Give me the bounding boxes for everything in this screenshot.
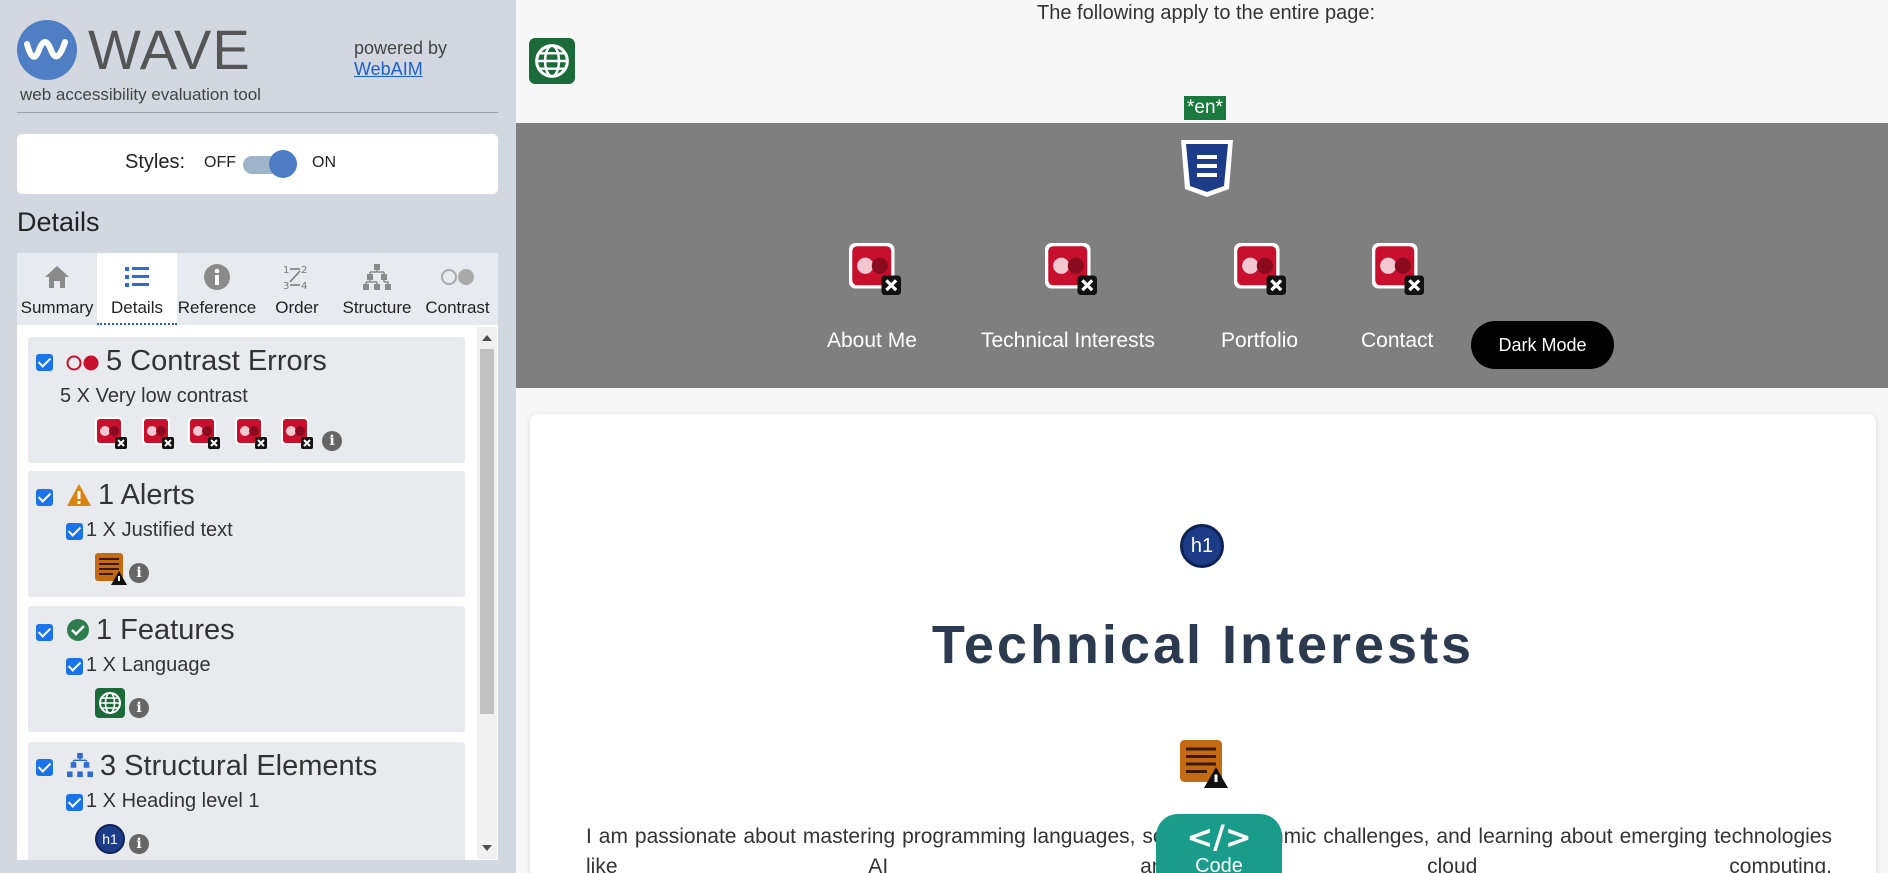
features-checkbox[interactable] (36, 624, 53, 641)
home-icon (17, 262, 97, 292)
alerts-info-icon[interactable]: i (129, 563, 149, 583)
contrast-error-icon[interactable] (95, 417, 127, 449)
styles-label: Styles: (125, 151, 186, 173)
nav-contrast-error-icon[interactable] (1234, 243, 1286, 300)
contrast-error-icon[interactable] (234, 417, 267, 449)
alerts-checkbox[interactable] (36, 489, 53, 506)
nav-portfolio[interactable]: Portfolio (1221, 329, 1298, 353)
tab-label: Details (111, 298, 163, 317)
list-icon (97, 262, 177, 292)
scroll-up-icon[interactable] (482, 335, 492, 341)
svg-text:3: 3 (283, 281, 289, 292)
contrast-icon (417, 262, 498, 292)
alert-warning-icon (67, 484, 91, 506)
structure-title: 3 Structural Elements (100, 750, 378, 782)
svg-text:1: 1 (283, 265, 289, 276)
contrast-errors-item: 5 X Very low contrast (60, 385, 248, 407)
page-language-globe-icon[interactable] (529, 38, 575, 84)
tab-structure[interactable]: Structure (337, 253, 417, 325)
nav-contrast-error-icon[interactable] (1045, 243, 1097, 300)
contrast-info-icon[interactable]: i (322, 431, 342, 451)
nav-contrast-error-icon[interactable] (1372, 243, 1424, 300)
tab-label: Structure (342, 298, 412, 317)
info-icon (177, 262, 257, 292)
nav-technical-interests[interactable]: Technical Interests (981, 329, 1155, 353)
contrast-errors-card: 5 Contrast Errors 5 X Very low contrast … (28, 337, 465, 463)
tab-order[interactable]: 1 2 3 4 Order (257, 253, 337, 325)
order-icon: 1 2 3 4 (257, 262, 337, 292)
alerts-title: 1 Alerts (98, 479, 195, 511)
scroll-thumb[interactable] (480, 349, 494, 714)
heading-h1-icon[interactable]: h1 (95, 824, 125, 854)
structure-icon (337, 262, 417, 292)
justified-text-icon[interactable] (95, 553, 127, 585)
justified-text-alert-icon[interactable] (1180, 740, 1228, 788)
structure-item: 1 X Heading level 1 (86, 790, 260, 812)
wave-subtitle: web accessibility evaluation tool (20, 85, 261, 104)
css-stylesheet-icon[interactable] (1178, 137, 1236, 199)
details-tabs: Summary Details Reference 1 2 3 4 Order Str… (17, 253, 498, 325)
svg-text:2: 2 (301, 265, 307, 276)
contrast-errors-checkbox[interactable] (36, 354, 53, 371)
features-info-icon[interactable]: i (129, 698, 149, 718)
features-title: 1 Features (96, 614, 235, 646)
justified-text-checkbox[interactable] (66, 523, 83, 540)
h1-marker-icon[interactable]: h1 (1180, 524, 1224, 568)
structure-checkbox[interactable] (36, 759, 53, 776)
powered-by-label: powered by (354, 38, 448, 58)
tab-label: Contrast (425, 298, 490, 317)
details-heading: Details (17, 207, 100, 237)
contrast-errors-icon (66, 355, 99, 371)
heading-level-checkbox[interactable] (66, 794, 83, 811)
contrast-error-icon[interactable] (281, 417, 313, 449)
language-globe-icon[interactable] (95, 688, 125, 718)
contrast-error-icon[interactable] (141, 417, 174, 449)
alerts-card: 1 Alerts 1 X Justified text i (28, 471, 465, 597)
nav-contact[interactable]: Contact (1361, 329, 1433, 353)
wave-logo-icon (17, 20, 77, 80)
language-badge: *en* (1184, 96, 1226, 120)
styles-toggle-knob[interactable] (269, 150, 297, 178)
alerts-item: 1 X Justified text (86, 519, 233, 541)
language-checkbox[interactable] (66, 658, 83, 675)
structure-info-icon[interactable]: i (129, 834, 149, 854)
features-item: 1 X Language (86, 654, 211, 676)
nav-about-me[interactable]: About Me (827, 329, 917, 353)
toggle-on-label: ON (312, 154, 336, 171)
content-card: h1 Technical Interests I am passionate a… (530, 414, 1876, 873)
code-label: Code (1195, 855, 1243, 873)
scroll-down-icon[interactable] (482, 845, 492, 851)
tab-label: Summary (20, 298, 94, 317)
wave-sidebar: WAVE web accessibility evaluation tool p… (0, 0, 516, 873)
structure-card: 3 Structural Elements 1 X Heading level … (28, 742, 465, 860)
styles-toggle-box: Styles: OFF ON (17, 134, 498, 194)
tab-contrast[interactable]: Contrast (417, 253, 498, 325)
structure-elements-icon (67, 752, 93, 778)
details-scrollbar[interactable] (477, 327, 497, 859)
features-card: 1 Features 1 X Language i (28, 606, 465, 732)
page-wide-note: The following apply to the entire page: (1037, 2, 1375, 24)
nav-contrast-error-icon[interactable] (849, 243, 901, 300)
tab-reference[interactable]: Reference (177, 253, 257, 325)
tab-summary[interactable]: Summary (17, 253, 97, 325)
code-icon: </> (1186, 818, 1252, 856)
tab-label: Reference (177, 298, 257, 317)
tab-details[interactable]: Details (97, 253, 177, 325)
tab-label: Order (275, 298, 319, 317)
evaluated-page: The following apply to the entire page: … (516, 0, 1888, 873)
code-toggle-button[interactable]: </> Code (1156, 814, 1282, 873)
wave-logo-text: WAVE (88, 18, 251, 81)
feature-check-icon (67, 619, 89, 641)
toggle-off-label: OFF (204, 154, 236, 171)
dark-mode-button[interactable]: Dark Mode (1471, 321, 1614, 369)
contrast-errors-title: 5 Contrast Errors (106, 345, 327, 377)
powered-by: powered by WebAIM (354, 38, 447, 80)
svg-text:4: 4 (301, 281, 307, 292)
divider (17, 112, 498, 113)
webaim-link[interactable]: WebAIM (354, 59, 423, 79)
site-header: About Me Technical Interests Portfolio C… (516, 123, 1888, 388)
details-panel: 5 Contrast Errors 5 X Very low contrast … (17, 325, 498, 860)
page-heading: Technical Interests (931, 615, 1475, 675)
contrast-error-icon[interactable] (188, 417, 220, 449)
